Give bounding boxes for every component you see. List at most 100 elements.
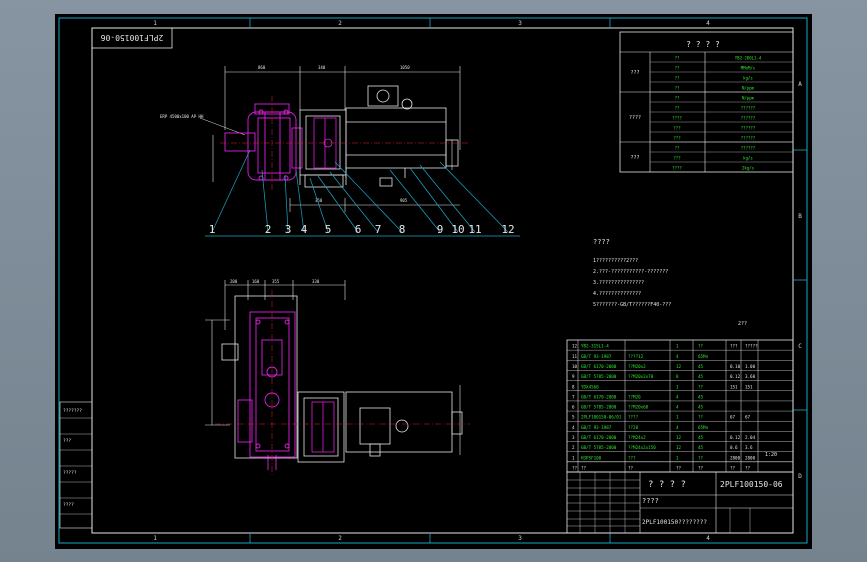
note-line: 4.?????????????? xyxy=(593,291,641,297)
bom-cell: 45 xyxy=(698,405,704,410)
bom-cell: 12 xyxy=(572,344,578,349)
bom-cell: 45 xyxy=(698,394,704,399)
bom-cell: 1.00 xyxy=(745,364,756,369)
tech-param-value: N/ppm xyxy=(742,86,755,91)
bom-cell: GB/T 93-1987 xyxy=(581,354,612,359)
bom-cell: GB/T 93-1987 xyxy=(581,425,612,430)
bom-header-cell: ?? xyxy=(572,466,578,471)
bom-cell: ??M20 xyxy=(628,394,641,399)
bom-cell: 65Mn xyxy=(698,425,709,430)
bom-cell: ?? xyxy=(698,455,704,460)
misc-label: ???? xyxy=(642,497,659,505)
bom-cell: 45 xyxy=(698,435,704,440)
scale: 1:20 xyxy=(765,452,777,458)
notes-heading: ???? xyxy=(593,238,610,246)
drawing-number: 2PLF100150-06 xyxy=(720,480,783,489)
bom-cell: ??M24x2 xyxy=(628,435,646,440)
bom-cell: 10 xyxy=(572,364,578,369)
misc-small: 2?? xyxy=(738,321,747,327)
svg-text:355: 355 xyxy=(272,279,280,284)
note-line: 2.???-???????????-??????? xyxy=(593,269,668,275)
title-sub: 2PLF100150???????? xyxy=(642,519,707,526)
bom-header-cell: ?? xyxy=(676,466,682,471)
tech-param-value: ?????? xyxy=(741,106,756,111)
svg-text:860: 860 xyxy=(258,65,266,70)
bom-cell: GB/T 6170-2000 xyxy=(581,435,617,440)
side-label: ???? xyxy=(63,502,74,508)
svg-text:1050: 1050 xyxy=(400,65,410,70)
tech-param-label: ?? xyxy=(675,76,680,81)
bom-cell: ??M24x2x150 xyxy=(628,445,656,450)
svg-text:340: 340 xyxy=(318,65,326,70)
callout-number: 4 xyxy=(301,223,308,236)
col-mark-bottom: 1 xyxy=(153,535,157,542)
bom-cell: ??M20x2x70 xyxy=(628,374,654,379)
tech-group-label: ??? xyxy=(630,70,639,76)
svg-text:350: 350 xyxy=(315,198,323,203)
tech-param-label: ?? xyxy=(675,146,680,151)
row-mark-right: A xyxy=(798,81,802,88)
tech-group-label: ???? xyxy=(629,115,641,121)
row-mark-right: C xyxy=(798,343,802,350)
tech-param-label: ??? xyxy=(673,136,681,141)
bom-cell: 67 xyxy=(745,415,751,420)
bom-header-cell: ?? xyxy=(698,466,704,471)
bom-cell: 151 xyxy=(745,384,753,389)
bom-cell: ??? xyxy=(628,455,636,460)
callout-number: 9 xyxy=(437,223,444,236)
bom-cell: ????? xyxy=(745,344,758,349)
col-mark-bottom: 4 xyxy=(706,535,710,542)
callout-number: 11 xyxy=(468,223,481,236)
tech-param-value: ?????? xyxy=(741,116,756,121)
svg-text:330: 330 xyxy=(312,279,320,284)
bom-cell: ?? xyxy=(698,344,704,349)
bom-cell: 2.04 xyxy=(745,435,756,440)
col-mark-top: 1 xyxy=(153,20,157,27)
callout-number: 3 xyxy=(285,223,292,236)
bom-cell: 3.60 xyxy=(745,374,756,379)
bom-cell: 2800 xyxy=(745,455,756,460)
callout-number: 7 xyxy=(375,223,382,236)
bom-cell: ??M20x2 xyxy=(628,364,646,369)
tech-param-value: MMoM/s xyxy=(741,66,756,71)
bom-cell: 65Mn xyxy=(698,354,709,359)
bom-cell: YB2-315L1-4 xyxy=(581,344,609,349)
note-line: 3.??????????????? xyxy=(593,280,644,286)
svg-text:200: 200 xyxy=(230,279,238,284)
bom-cell: H3PSF100 xyxy=(581,455,602,460)
callout-number: 6 xyxy=(355,223,362,236)
tech-param-value: ?????? xyxy=(741,126,756,131)
bom-cell: ??? xyxy=(730,344,738,349)
tech-param-label: ???? xyxy=(672,166,682,171)
bom-cell: ???? xyxy=(628,415,639,420)
bom-cell: 12 xyxy=(676,364,682,369)
svg-text:160: 160 xyxy=(252,279,260,284)
col-mark-top: 2 xyxy=(338,20,342,27)
bom-cell: 45 xyxy=(698,374,704,379)
bom-cell: 45 xyxy=(698,364,704,369)
bom-header-cell: ?? xyxy=(581,466,587,471)
side-label: ????? xyxy=(63,470,77,476)
tech-param-value: ?????? xyxy=(741,146,756,151)
row-mark-right: D xyxy=(798,473,802,480)
tech-param-label: ?? xyxy=(675,86,680,91)
bom-cell: 67 xyxy=(730,415,736,420)
col-mark-top: 3 xyxy=(518,20,522,27)
tech-table-title: ? ? ? ? xyxy=(686,40,720,49)
tech-param-label: ??? xyxy=(673,126,681,131)
tech-param-label: ??? xyxy=(673,156,681,161)
bom-cell: 12 xyxy=(676,445,682,450)
mirror-drawing-number: 2PLF100150-06 xyxy=(101,33,164,42)
tech-param-label: ?? xyxy=(675,56,680,61)
tech-param-label: ?? xyxy=(675,106,680,111)
tech-param-value: YB2-200L1-4 xyxy=(735,56,762,61)
bom-cell: ??M20x60 xyxy=(628,405,649,410)
bom-cell: ????12 xyxy=(628,354,644,359)
bom-cell: ??20 xyxy=(628,425,639,430)
bom-cell: 2800 xyxy=(730,455,741,460)
bom-cell: 3.6 xyxy=(745,445,753,450)
callout-number: 12 xyxy=(501,223,514,236)
tech-param-value: 2kg/s xyxy=(742,166,755,171)
bom-cell: 11 xyxy=(572,354,578,359)
tech-group-label: ??? xyxy=(630,155,639,161)
